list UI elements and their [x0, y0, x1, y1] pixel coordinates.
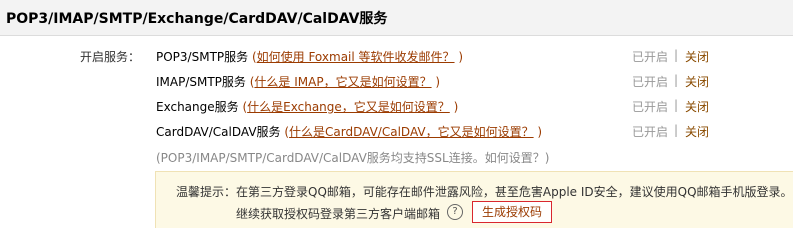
help-suffix: ): [449, 100, 459, 114]
section-header: POP3/IMAP/SMTP/Exchange/CardDAV/CalDAV服务: [0, 0, 793, 36]
service-name: IMAP/SMTP服务: [156, 75, 246, 89]
help-link-carddav[interactable]: 什么是CardDAV/CalDAV，它又是如何设置？: [289, 125, 534, 139]
service-row-carddav: CardDAV/CalDAV服务 (什么是CardDAV/CalDAV，它又是如…: [156, 123, 793, 143]
enable-services-label: 开启服务：: [80, 50, 141, 64]
separator: |: [674, 123, 679, 137]
help-prefix: (: [248, 50, 257, 64]
close-exchange-button[interactable]: 关闭: [685, 98, 709, 115]
notice-continue-text: 继续获取授权码登录第三方客户端邮箱: [236, 207, 441, 221]
help-question-icon[interactable]: ?: [447, 204, 463, 220]
help-link-exchange[interactable]: 什么是Exchange，它又是如何设置？: [247, 100, 450, 114]
separator: |: [674, 98, 679, 112]
separator: |: [674, 48, 679, 62]
help-link-pop3[interactable]: 如何使用 Foxmail 等软件收发邮件？: [257, 50, 455, 64]
status-enabled: 已开启: [632, 50, 669, 64]
service-name: CardDAV/CalDAV服务: [156, 125, 281, 139]
help-suffix: ): [431, 75, 441, 89]
close-pop3-button[interactable]: 关闭: [685, 48, 709, 65]
service-row-pop3: POP3/SMTP服务 (如何使用 Foxmail 等软件收发邮件？ ) 已开启…: [156, 48, 793, 68]
notice-label: 温馨提示：: [176, 185, 237, 199]
service-name: Exchange服务: [156, 100, 239, 114]
ssl-note[interactable]: (POP3/IMAP/SMTP/CardDAV/CalDAV服务均支持SSL连接…: [156, 149, 549, 166]
status-enabled: 已开启: [632, 75, 669, 89]
section-title: POP3/IMAP/SMTP/Exchange/CardDAV/CalDAV服务: [6, 11, 388, 27]
service-row-imap: IMAP/SMTP服务 (什么是 IMAP，它又是如何设置？ ) 已开启 | 关…: [156, 73, 793, 93]
notice-box: 温馨提示： 在第三方登录QQ邮箱，可能存在邮件泄露风险，甚至危害Apple ID…: [155, 171, 793, 228]
help-prefix: (: [238, 100, 248, 114]
help-prefix: (: [280, 125, 290, 139]
status-enabled: 已开启: [632, 125, 669, 139]
help-suffix: ): [533, 125, 543, 139]
help-link-imap[interactable]: 什么是 IMAP，它又是如何设置？: [254, 75, 431, 89]
close-imap-button[interactable]: 关闭: [685, 73, 709, 90]
status-enabled: 已开启: [632, 100, 669, 114]
notice-text: 在第三方登录QQ邮箱，可能存在邮件泄露风险，甚至危害Apple ID安全，建议使…: [236, 185, 793, 199]
service-row-exchange: Exchange服务 (什么是Exchange，它又是如何设置？ ) 已开启 |…: [156, 98, 793, 118]
generate-auth-code-button[interactable]: 生成授权码: [472, 201, 552, 223]
help-suffix: ): [454, 50, 464, 64]
service-name: POP3/SMTP服务: [156, 50, 249, 64]
separator: |: [674, 73, 679, 87]
close-carddav-button[interactable]: 关闭: [685, 123, 709, 140]
